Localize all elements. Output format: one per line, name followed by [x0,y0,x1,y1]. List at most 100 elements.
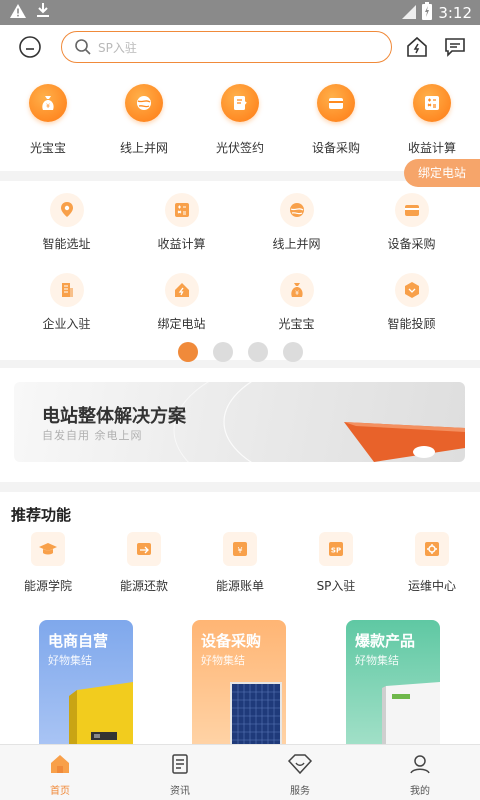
rec-item-label: SP入驻 [316,579,356,593]
bill-icon: ¥ [223,532,257,566]
grid-item-guangbaobao[interactable]: ¥ 光宝宝 [239,261,354,341]
pager-dot[interactable] [247,342,268,362]
grid-item-label: 企业入驻 [42,317,91,331]
home-bolt-icon [164,273,199,307]
location-icon [49,193,84,227]
grid-item-label: 设备采购 [387,237,436,251]
money-bag-icon: ¥ [279,273,314,307]
quick-item-pv-contract[interactable]: 光伏签约 [192,71,288,171]
nav-profile[interactable]: 我的 [360,745,480,800]
user-icon [408,755,432,780]
graduation-cap-icon [31,532,65,566]
bottom-nav: 首页 资讯 服务 我的 [0,744,480,800]
grid-item-label: 线上并网 [272,237,321,251]
pager-dot[interactable] [212,342,233,362]
sp-icon: SP [319,532,353,566]
grid-item-advisor[interactable]: 智能投顾 [354,261,469,341]
home-bolt-icon[interactable] [405,35,429,63]
grid-item-label: 绑定电站 [157,317,206,331]
inverter-image [69,682,133,746]
battery-icon [422,2,433,24]
message-icon[interactable] [443,35,467,63]
clock: 3:12 [438,4,472,22]
quick-item-revenue-calc[interactable]: 收益计算 [384,71,480,171]
news-icon [168,754,192,780]
grid-item-revenue-calc[interactable]: 收益计算 [124,181,239,261]
grid-item-label: 光宝宝 [278,317,315,331]
rec-item-repay[interactable]: 能源还款 [96,532,192,594]
rec-item-label: 运维中心 [407,579,456,593]
banner-section: 电站整体解决方案 自发自用 余电上网 [0,368,480,482]
nav-news[interactable]: 资讯 [120,745,240,800]
warning-icon [10,3,26,22]
repay-icon [127,532,161,566]
search-placeholder: SP入驻 [98,41,137,55]
grid-item-label: 智能选址 [42,237,91,251]
svg-text:¥: ¥ [237,546,242,555]
maintenance-icon [415,532,449,566]
grid-connect-icon [279,193,314,227]
card-ecommerce[interactable]: 电商自营 好物集结 [39,620,133,746]
building-icon [49,273,84,307]
promo-banner[interactable]: 电站整体解决方案 自发自用 余电上网 [14,382,465,462]
section-title: 推荐功能 [11,506,72,524]
grid-item-grid-connect[interactable]: 线上并网 [239,181,354,261]
grid-connect-icon [125,84,163,122]
banner-title: 电站整体解决方案 [42,406,186,427]
quick-item-label: 线上并网 [119,141,168,155]
face-icon[interactable] [18,35,42,59]
grid-item-site-selection[interactable]: 智能选址 [9,181,124,261]
quick-item-label: 光伏签约 [215,141,264,155]
money-bag-icon: ¥ [29,84,67,122]
service-icon [287,754,313,780]
svg-text:¥: ¥ [295,290,299,297]
contract-icon [221,84,259,122]
purchase-icon [394,193,429,227]
card-equipment[interactable]: 设备采购 好物集结 [192,620,286,746]
storage-device-image [382,682,440,746]
rec-item-maintenance[interactable]: 运维中心 [384,532,480,594]
rec-item-academy[interactable]: 能源学院 [0,532,96,594]
pager-dot[interactable] [282,342,303,362]
box-icon [394,273,429,307]
quick-item-guangbaobao[interactable]: ¥ 光宝宝 [0,71,96,171]
status-bar: 3:12 [0,0,480,25]
bind-station-button[interactable]: 绑定电站 [404,159,480,187]
grid-item-purchase[interactable]: 设备采购 [354,181,469,261]
purchase-icon [317,84,355,122]
banner-subtitle: 自发自用 余电上网 [42,429,143,442]
grid-item-enterprise[interactable]: 企业入驻 [9,261,124,341]
recommended-section: 推荐功能 能源学院 能源还款 ¥ 能源账单 SP SP入驻 运维中心 电商自营 … [0,492,480,746]
grid-item-label: 智能投顾 [387,317,436,331]
search-icon [74,38,92,60]
feature-grid: 智能选址 收益计算 线上并网 设备采购 企业入驻 绑定电站 ¥ 光宝宝 智能投顾 [0,181,480,362]
rec-item-bill[interactable]: ¥ 能源账单 [192,532,288,594]
nav-service[interactable]: 服务 [240,745,360,800]
card-hot-products[interactable]: 爆款产品 好物集结 [346,620,440,746]
quick-menu: ¥ 光宝宝 线上并网 光伏签约 设备采购 收益计算 [0,71,480,171]
rec-item-label: 能源账单 [215,579,264,593]
solar-panel-image [230,682,282,746]
pager-dot[interactable] [177,342,198,362]
pager-dots [0,342,480,362]
nav-label: 首页 [50,786,70,797]
svg-text:¥: ¥ [46,103,50,110]
nav-label: 资讯 [170,786,190,797]
quick-item-purchase[interactable]: 设备采购 [288,71,384,171]
nav-home[interactable]: 首页 [0,745,120,800]
rec-item-label: 能源还款 [119,579,168,593]
calculator-icon [413,84,451,122]
nav-label: 服务 [290,786,310,797]
download-icon [36,3,50,22]
signal-icon [402,4,417,23]
app-header: SP入驻 [0,25,480,71]
quick-item-grid-connect[interactable]: 线上并网 [96,71,192,171]
nav-label: 我的 [410,786,430,797]
grid-item-bind-station[interactable]: 绑定电站 [124,261,239,341]
product-cards: 电商自营 好物集结 设备采购 好物集结 爆款产品 好物集结 [0,620,480,746]
home-icon [48,755,72,780]
quick-item-label: 光宝宝 [29,141,66,155]
search-input[interactable]: SP入驻 [61,31,392,63]
calculator-icon [164,193,199,227]
rec-item-sp[interactable]: SP SP入驻 [288,532,384,594]
